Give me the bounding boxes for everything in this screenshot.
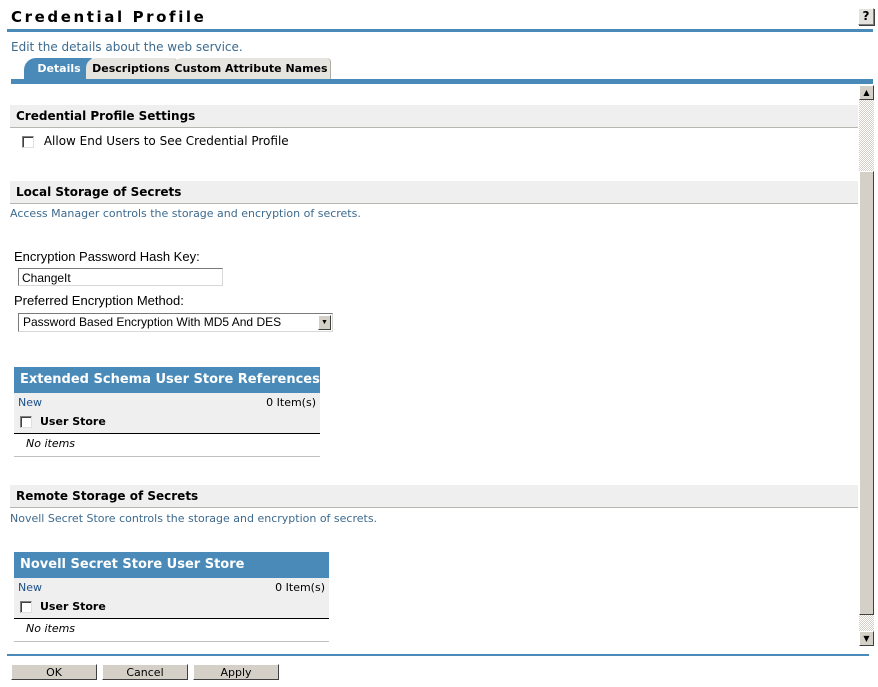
tab-custom-attribute-names[interactable]: Custom Attribute Names: [172, 58, 331, 79]
extended-schema-item-count: 0 Item(s): [266, 396, 316, 409]
allow-end-users-checkbox[interactable]: [22, 135, 34, 148]
help-icon[interactable]: ?: [858, 8, 874, 25]
tab-details[interactable]: Details: [24, 58, 94, 79]
secret-store-toolbar: New 0 Item(s) User Store: [14, 578, 329, 619]
allow-end-users-option[interactable]: Allow End Users to See Credential Profil…: [22, 134, 289, 148]
scrollbar-thumb[interactable]: [859, 171, 874, 615]
local-storage-heading: Local Storage of Secrets: [10, 181, 858, 204]
user-store-column-label: User Store: [40, 415, 106, 428]
vertical-scrollbar[interactable]: ▲ ▼: [859, 85, 874, 646]
user-store-column-label: User Store: [40, 600, 106, 613]
encryption-method-select[interactable]: Password Based Encryption With MD5 And D…: [18, 313, 333, 332]
page-description: Edit the details about the web service.: [11, 40, 243, 54]
cancel-button[interactable]: Cancel: [102, 664, 188, 680]
extended-schema-panel: Extended Schema User Store References Ne…: [14, 367, 320, 457]
extended-schema-panel-title: Extended Schema User Store References: [14, 367, 320, 393]
secret-store-select-all-checkbox[interactable]: [20, 601, 32, 613]
secret-store-panel: Novell Secret Store User Store Reference…: [14, 552, 329, 642]
secret-store-item-count: 0 Item(s): [275, 581, 325, 594]
footer-divider: [7, 654, 869, 656]
credential-profile-settings-heading: Credential Profile Settings: [10, 105, 858, 128]
tab-descriptions[interactable]: Descriptions: [86, 58, 177, 79]
encryption-method-label: Preferred Encryption Method:: [14, 293, 184, 308]
hash-key-label: Encryption Password Hash Key:: [14, 249, 200, 264]
extended-schema-column-header: User Store: [20, 415, 106, 428]
page-title: Credential Profile: [11, 8, 207, 26]
chevron-down-icon[interactable]: ▼: [318, 315, 331, 330]
extended-schema-toolbar: New 0 Item(s) User Store: [14, 393, 320, 434]
title-divider: [7, 29, 873, 32]
ok-button[interactable]: OK: [11, 664, 97, 680]
extended-schema-empty-row: No items: [14, 434, 320, 457]
secret-store-column-header: User Store: [20, 600, 106, 613]
local-storage-description: Access Manager controls the storage and …: [10, 207, 361, 220]
extended-schema-new-link[interactable]: New: [18, 396, 42, 409]
scroll-up-icon[interactable]: ▲: [859, 85, 874, 100]
allow-end-users-label: Allow End Users to See Credential Profil…: [43, 134, 289, 148]
secret-store-panel-title: Novell Secret Store User Store Reference…: [14, 552, 329, 598]
apply-button[interactable]: Apply: [193, 664, 279, 680]
secret-store-empty-row: No items: [14, 619, 329, 642]
scroll-down-icon[interactable]: ▼: [859, 631, 874, 646]
extended-schema-select-all-checkbox[interactable]: [20, 416, 32, 428]
remote-storage-heading: Remote Storage of Secrets: [10, 485, 858, 508]
remote-storage-description: Novell Secret Store controls the storage…: [10, 512, 378, 525]
hash-key-input[interactable]: ChangeIt: [18, 268, 223, 286]
content-area: Credential Profile Settings Allow End Us…: [10, 84, 858, 646]
secret-store-new-link[interactable]: New: [18, 581, 42, 594]
encryption-method-value: Password Based Encryption With MD5 And D…: [23, 315, 282, 329]
